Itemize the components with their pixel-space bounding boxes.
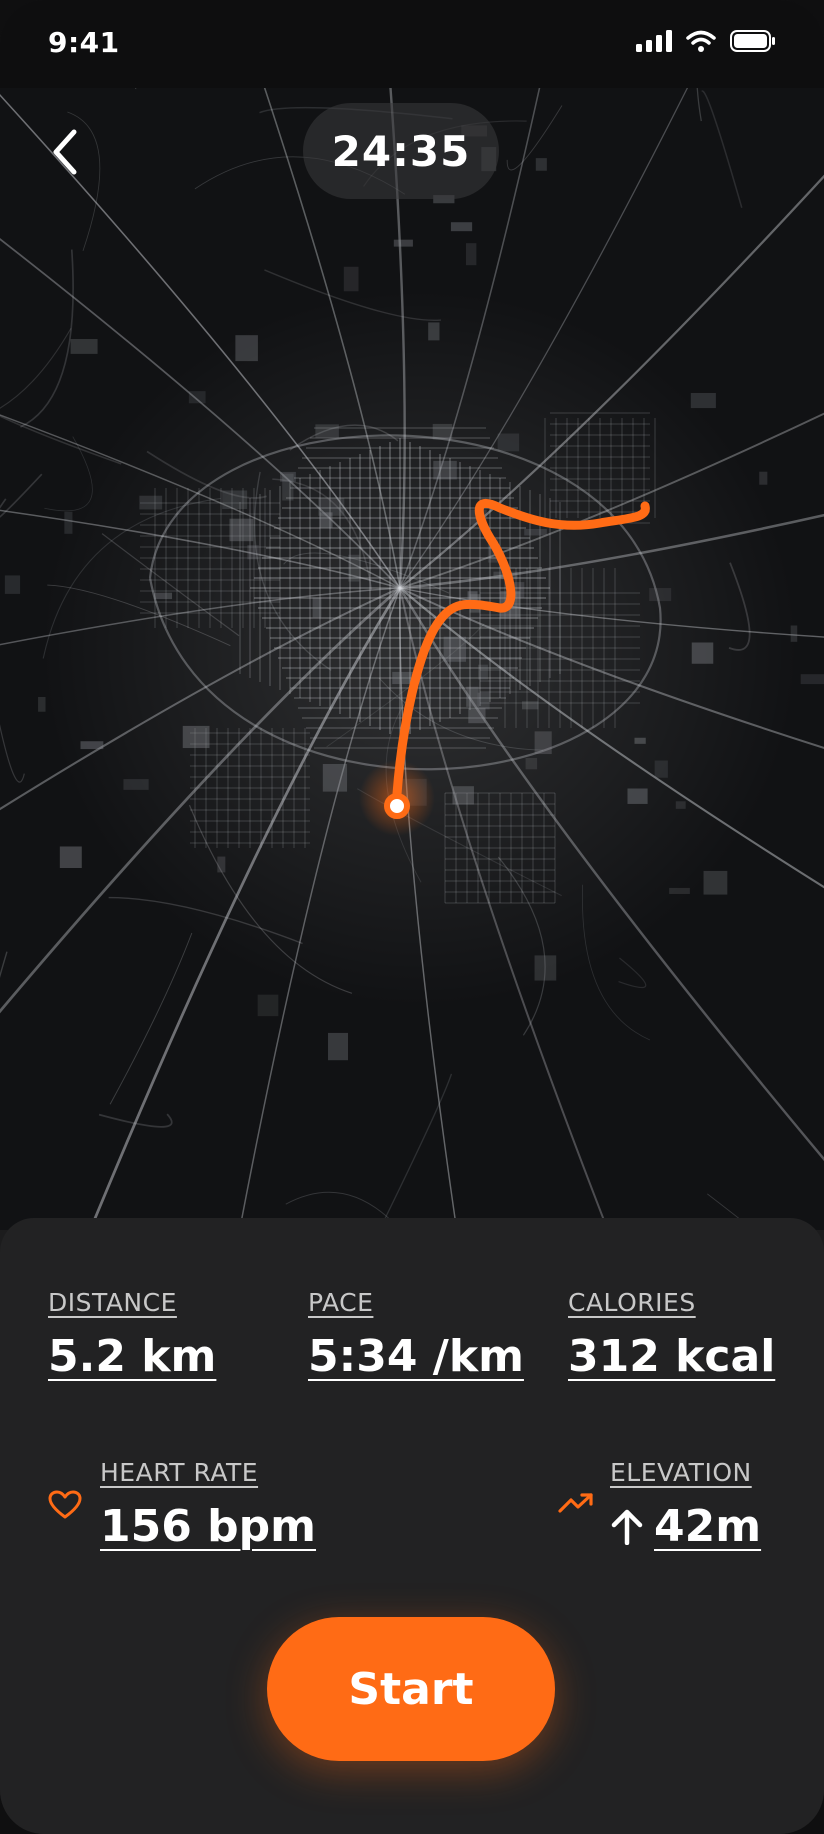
- battery-icon: [730, 30, 776, 56]
- pace-label: PACE: [308, 1288, 374, 1317]
- arrow-up-icon: [611, 1509, 643, 1545]
- stat-calories: CALORIES 312 kcal: [568, 1288, 775, 1382]
- wifi-icon: [686, 30, 716, 56]
- map-canvas[interactable]: [0, 88, 824, 1230]
- status-time: 9:41: [48, 26, 120, 59]
- heart-icon: [48, 1490, 82, 1524]
- heart-rate-value: 156 bpm: [100, 1501, 317, 1552]
- route-map[interactable]: [0, 88, 824, 1230]
- phone-screen: 9:41 24:35 DISTANCE 5.2 km PACE 5:34 /km…: [0, 0, 824, 1834]
- calories-label: CALORIES: [568, 1288, 696, 1317]
- stat-elevation: ELEVATION 42m: [610, 1458, 761, 1552]
- back-button[interactable]: [44, 124, 88, 180]
- elevation-number: 42m: [654, 1501, 762, 1552]
- heart-rate-label: HEART RATE: [100, 1458, 259, 1487]
- elevation-label: ELEVATION: [610, 1458, 752, 1487]
- status-icons: [636, 30, 776, 56]
- chevron-left-icon: [53, 129, 77, 175]
- workout-timer: 24:35: [303, 103, 499, 199]
- signal-icon: [636, 30, 672, 56]
- pace-value: 5:34 /km: [308, 1331, 524, 1382]
- stat-distance: DISTANCE 5.2 km: [48, 1288, 216, 1382]
- start-button[interactable]: Start: [267, 1617, 555, 1761]
- stat-pace: PACE 5:34 /km: [308, 1288, 524, 1382]
- trending-up-icon: [558, 1492, 594, 1518]
- current-location-marker: [384, 793, 410, 819]
- elevation-value: 42m: [610, 1501, 761, 1552]
- calories-value: 312 kcal: [568, 1331, 776, 1382]
- distance-label: DISTANCE: [48, 1288, 177, 1317]
- status-bar: 9:41: [0, 0, 824, 88]
- stat-heart-rate: HEART RATE 156 bpm: [100, 1458, 316, 1552]
- distance-value: 5.2 km: [48, 1331, 217, 1382]
